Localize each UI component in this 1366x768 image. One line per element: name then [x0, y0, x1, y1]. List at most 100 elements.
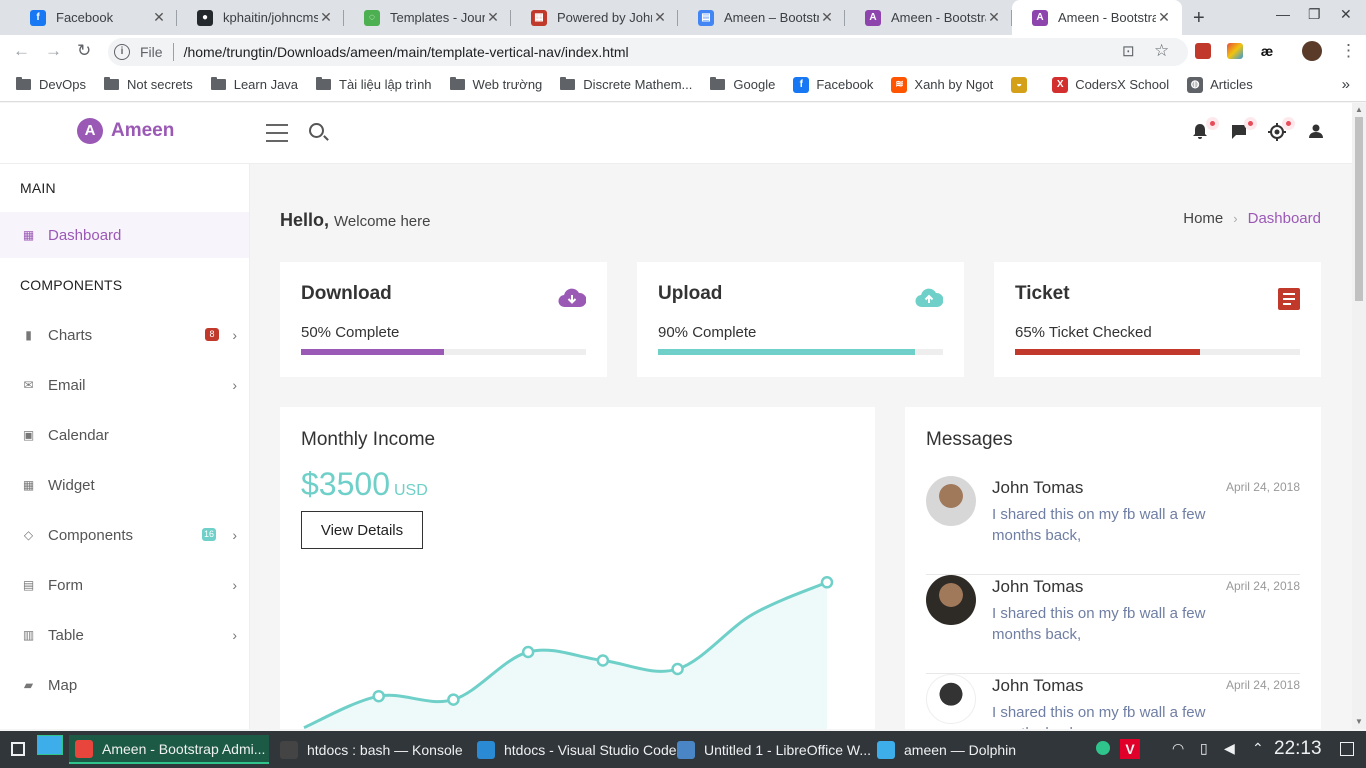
bookmark-item[interactable]: Not secrets	[103, 77, 193, 92]
info-icon[interactable]: i	[114, 44, 130, 60]
show-desktop-icon[interactable]	[1340, 742, 1354, 756]
bookmark-item[interactable]: ≋ Xanh by Ngot	[891, 76, 993, 93]
chevron-right-icon[interactable]: ›	[232, 377, 237, 393]
translate-icon[interactable]: ⊡	[1122, 42, 1135, 60]
message-item[interactable]: John Tomas April 24, 2018 I shared this on…	[926, 575, 1300, 674]
tab-close-icon[interactable]: ✕	[485, 9, 501, 26]
user-icon[interactable]	[1308, 123, 1324, 144]
chart-point[interactable]	[447, 693, 460, 706]
volume-icon[interactable]: ◀	[1224, 740, 1235, 757]
vivaldi-tray-icon[interactable]: V	[1120, 739, 1140, 759]
sidebar-item-table[interactable]: ▥ Table ›	[0, 612, 249, 658]
chart-point[interactable]	[596, 654, 610, 667]
tab-title: Powered by John	[557, 10, 652, 25]
task-label: Untitled 1 - LibreOffice W...	[704, 741, 872, 758]
bookmark-item[interactable]: Web trường	[449, 77, 542, 92]
browser-tab[interactable]: ● kphaitin/johncms ✕	[177, 0, 344, 35]
bookmark-item[interactable]: ◒	[1011, 76, 1034, 93]
desktop-pager-icon[interactable]	[37, 735, 63, 755]
sidebar-item-calendar[interactable]: ▣ Calendar	[0, 412, 249, 458]
new-tab-button[interactable]: +	[1193, 7, 1205, 30]
address-bar[interactable]: i File /home/trungtin/Downloads/ameen/ma…	[108, 38, 1188, 66]
tray-expand-icon[interactable]: ⌃	[1252, 740, 1264, 757]
profile-avatar[interactable]	[1302, 41, 1322, 61]
sidebar-item-components[interactable]: ◇ Components 16 ›	[0, 512, 249, 558]
reload-icon[interactable]: ↻	[77, 41, 91, 61]
tab-favicon-icon: f	[30, 9, 46, 26]
battery-icon[interactable]: ▯	[1200, 740, 1208, 757]
bookmark-item[interactable]: Google	[710, 77, 775, 92]
bookmark-item[interactable]: DevOps	[16, 77, 86, 92]
bell-icon[interactable]	[1192, 123, 1208, 145]
sync-tray-icon[interactable]	[1096, 741, 1110, 755]
back-icon[interactable]: ←	[13, 41, 30, 61]
browser-menu-icon[interactable]: ⋮	[1340, 41, 1357, 61]
clock[interactable]: 22:13	[1274, 738, 1322, 760]
close-window-icon[interactable]: ✕	[1340, 6, 1352, 23]
chevron-right-icon[interactable]: ›	[232, 577, 237, 593]
sidebar-item-email[interactable]: ✉ Email ›	[0, 362, 249, 408]
sidebar-item-label: Map	[48, 676, 78, 694]
task-label: Ameen - Bootstrap Admi...	[102, 740, 266, 757]
bookmark-item[interactable]: X CodersX School	[1052, 76, 1169, 93]
scroll-down-icon[interactable]: ▼	[1355, 717, 1363, 726]
breadcrumb-home[interactable]: Home	[1183, 210, 1223, 227]
chevron-right-icon[interactable]: ›	[232, 327, 237, 343]
bookmark-item[interactable]: Tài liệu lập trình	[316, 77, 432, 92]
view-details-button[interactable]: View Details	[301, 511, 423, 549]
bookmark-item[interactable]: ◍ Articles	[1187, 76, 1253, 93]
taskbar-task[interactable]: htdocs : bash — Konsole	[274, 735, 468, 764]
brand-logo[interactable]: A Ameen	[77, 118, 174, 144]
sidebar-item-widget[interactable]: ▦ Widget	[0, 462, 249, 508]
bookmark-star-icon[interactable]: ☆	[1154, 41, 1169, 61]
browser-tab[interactable]: ▦ Powered by John ✕	[511, 0, 678, 35]
bookmark-item[interactable]: Discrete Mathem...	[560, 77, 692, 92]
chart-point[interactable]	[372, 689, 385, 703]
tab-close-icon[interactable]: ✕	[986, 9, 1002, 26]
taskbar-task[interactable]: htdocs - Visual Studio Code	[471, 735, 677, 764]
browser-tab[interactable]: f Facebook ✕	[10, 0, 177, 35]
minimize-icon[interactable]: —	[1276, 6, 1290, 22]
tab-close-icon[interactable]: ✕	[819, 9, 835, 26]
browser-tab[interactable]: ▤ Ameen – Bootstr ✕	[678, 0, 845, 35]
maximize-icon[interactable]: ❐	[1308, 6, 1321, 23]
message-item[interactable]: John Tomas April 24, 2018 I shared this on…	[926, 476, 1300, 575]
tab-close-icon[interactable]: ✕	[1156, 9, 1172, 26]
scroll-up-icon[interactable]: ▲	[1355, 105, 1363, 114]
ublock-icon[interactable]	[1195, 43, 1211, 59]
message-item[interactable]: John Tomas April 24, 2018 I shared this on…	[926, 674, 1300, 729]
scrollbar-thumb[interactable]	[1355, 117, 1363, 301]
chevron-right-icon[interactable]: ›	[232, 527, 237, 543]
sidebar-item-form[interactable]: ▤ Form ›	[0, 562, 249, 608]
chart-point[interactable]	[521, 645, 535, 659]
bookmark-item[interactable]: f Facebook	[793, 76, 873, 93]
tab-favicon-icon: A	[865, 9, 881, 26]
forward-icon[interactable]: →	[45, 41, 62, 61]
taskbar-task[interactable]: Ameen - Bootstrap Admi...	[69, 735, 269, 764]
url-text[interactable]: /home/trungtin/Downloads/ameen/main/temp…	[184, 44, 629, 60]
tab-close-icon[interactable]: ✕	[318, 9, 334, 26]
browser-tab[interactable]: A Ameen - Bootstra ✕	[1012, 0, 1182, 35]
tab-favicon-icon: A	[1032, 9, 1048, 26]
browser-tab[interactable]: ◌ Templates - Journ ✕	[344, 0, 511, 35]
app-launcher-icon[interactable]	[11, 742, 25, 756]
taskbar-task[interactable]: ameen — Dolphin	[871, 735, 1021, 764]
sidebar-item-dashboard[interactable]: ▦ Dashboard	[0, 212, 249, 258]
wifi-icon[interactable]: ◠	[1172, 740, 1184, 757]
chart-point[interactable]	[820, 576, 834, 589]
page-scrollbar[interactable]: ▲ ▼	[1352, 103, 1366, 729]
bookmark-item[interactable]: Learn Java	[210, 77, 298, 92]
sidebar-item-charts[interactable]: ▮ Charts 8 ›	[0, 312, 249, 358]
tab-close-icon[interactable]: ✕	[151, 9, 167, 26]
menu-toggle-icon[interactable]	[266, 124, 288, 148]
tab-close-icon[interactable]: ✕	[652, 9, 668, 26]
more-bookmarks-icon[interactable]: »	[1342, 76, 1350, 93]
extension-icon[interactable]	[1227, 43, 1243, 59]
chart-point[interactable]	[671, 662, 684, 676]
search-icon[interactable]	[309, 123, 324, 138]
browser-tab[interactable]: A Ameen - Bootstra ✕	[845, 0, 1012, 35]
taskbar-task[interactable]: Untitled 1 - LibreOffice W...	[671, 735, 871, 764]
sidebar-item-map[interactable]: ▰ Map	[0, 662, 249, 708]
ae-extension-icon[interactable]: æ	[1259, 43, 1275, 59]
chevron-right-icon[interactable]: ›	[232, 627, 237, 643]
